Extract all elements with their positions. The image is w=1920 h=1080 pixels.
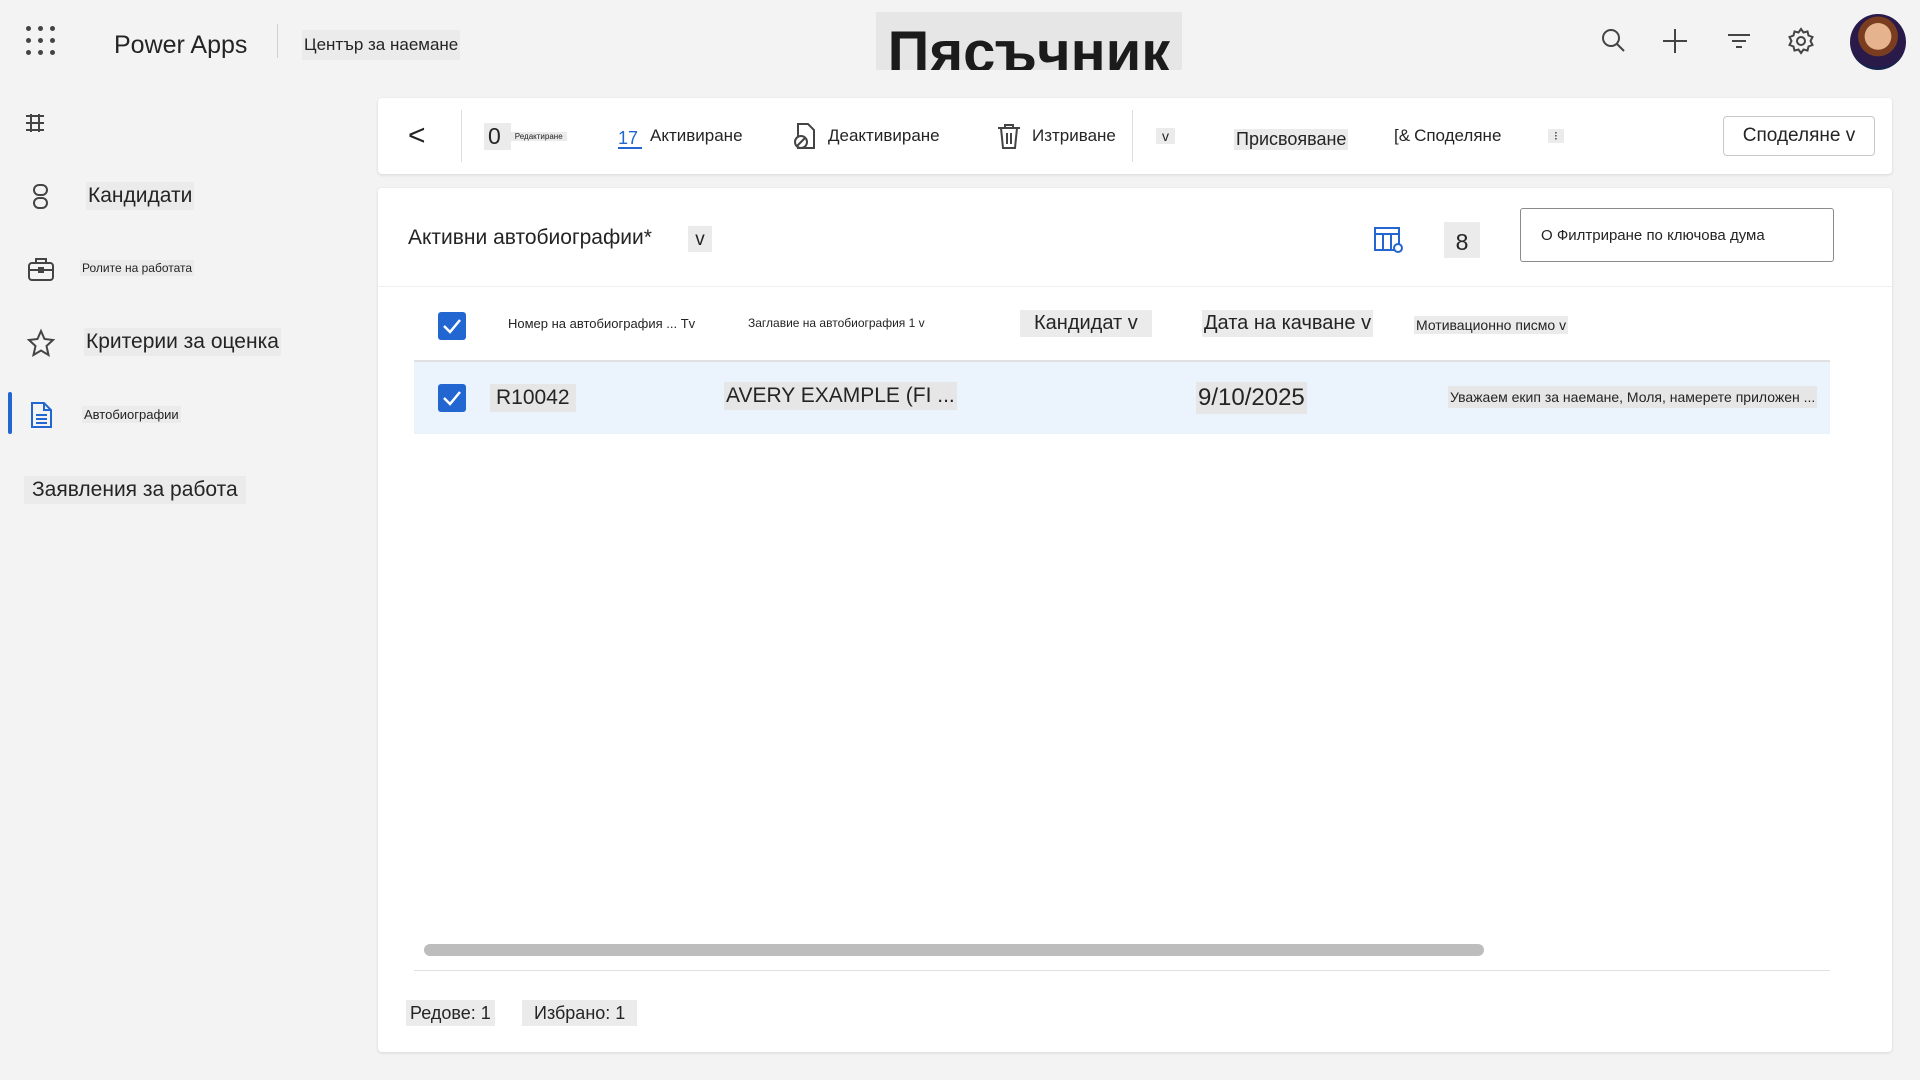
view-title[interactable]: Активни автобиографии* [408,226,652,250]
active-indicator [8,392,12,434]
share-icon: [& [1394,126,1411,145]
sidebar-item-label: Автобиографии [82,406,181,423]
share-label: Споделяне [1414,126,1502,145]
back-button[interactable]: < [408,98,426,174]
more-commands-chevron[interactable]: v [1156,98,1175,174]
selected-count: Избрано: 1 [522,1000,638,1026]
document-icon [31,402,52,428]
hamburger-icon[interactable] [22,108,52,138]
edit-label: Редактиране [510,131,567,141]
waffle-icon[interactable] [26,26,56,56]
header-divider [277,24,278,58]
app-name[interactable]: Power Apps [96,30,265,60]
delete-label: Изтриване [1032,126,1116,145]
avatar[interactable] [1850,14,1906,70]
activate-label: Активиране [650,126,743,145]
sidebar-item-label: Ролите на работата [80,260,195,276]
cell-cover-letter: Уважаем екип за наемане, Моля, намерете … [1448,386,1818,408]
chevron-down-icon: v [1156,128,1175,144]
command-bar: < 0 Редактиране 17 Активиране Деактивира… [378,98,1892,174]
row-checkbox[interactable] [438,384,466,412]
sidebar-item-label: Критерии за оценка [84,328,281,356]
column-header-number[interactable]: Номер на автобиография ... Tv [508,316,695,331]
footer-separator [414,970,1830,971]
briefcase-icon [28,258,54,281]
sidebar-item-resumes[interactable]: Автобиографии [0,384,340,444]
table-row[interactable]: R10042 AVERY EXAMPLE (FI ... 9/10/2025 У… [414,362,1830,434]
deactivate-icon [794,123,815,149]
sidebar-item-job-applications[interactable]: Заявления за работа [0,460,340,520]
calendar-check-icon: 17 [618,123,642,149]
cell-title[interactable]: AVERY EXAMPLE (FI ... [724,382,957,410]
share-command[interactable]: [& Споделяне [1394,98,1501,174]
horizontal-scrollbar[interactable] [424,944,1484,956]
activate-button[interactable]: 17 Активиране [618,98,743,174]
cell-number[interactable]: R10042 [490,384,576,412]
select-all-checkbox[interactable] [438,312,466,340]
deactivate-label: Деактивиране [828,126,940,145]
cell-upload-date: 9/10/2025 [1196,382,1307,414]
assign-label: Присвояване [1234,128,1349,150]
column-header-candidate[interactable]: Кандидат v [1020,310,1152,337]
gear-icon[interactable] [1786,26,1816,56]
keyword-filter-input[interactable]: О Филтриране по ключова дума [1520,208,1834,262]
overflow-button[interactable]: ⁝ [1548,98,1564,174]
column-header-title[interactable]: Заглавие на автобиография 1 v [748,316,925,330]
edit-columns-icon[interactable] [1372,224,1406,256]
row-count: Редове: 1 [406,1000,495,1026]
assign-button[interactable]: Присвояване [1234,101,1349,177]
star-icon [26,328,56,358]
command-separator [1132,110,1133,162]
record-count-badge: 8 [1444,222,1480,258]
column-header-upload-date[interactable]: Дата на качване v [1202,310,1374,337]
checkmark-icon [443,319,461,334]
deactivate-button[interactable]: Деактивиране [790,98,940,174]
sidebar-item-label: Заявления за работа [24,476,246,504]
plus-icon[interactable] [1660,26,1690,56]
more-icon: ⁝ [1548,129,1564,143]
search-icon[interactable] [1598,26,1628,56]
edit-button[interactable]: 0 Редактиране [484,98,567,174]
people-icon [33,184,48,209]
sidebar-item-job-roles[interactable]: Ролите на работата [0,238,340,298]
view-selector-chevron[interactable]: v [688,226,712,252]
command-separator [461,110,462,162]
checkmark-icon [443,391,461,406]
column-header-cover-letter[interactable]: Мотивационно писмо v [1414,316,1569,334]
app-module-name[interactable]: Център за наемане [302,30,461,60]
delete-button[interactable]: Изтриване [994,98,1116,174]
trash-icon [998,124,1020,149]
sidebar-item-label: Кандидати [86,182,195,210]
environment-title: Пясъчник [876,12,1182,70]
divider [378,286,1892,287]
edit-count: 0 [484,122,511,150]
filter-icon[interactable] [1724,26,1754,56]
share-dropdown-button[interactable]: Споделяне v [1723,116,1875,156]
sidebar-item-candidates[interactable]: Кандидати [0,166,340,226]
sidebar-item-evaluation-criteria[interactable]: Критерии за оценка [0,312,340,372]
grid-panel: Активни автобиографии* v 8 О Филтриране … [378,188,1892,1052]
